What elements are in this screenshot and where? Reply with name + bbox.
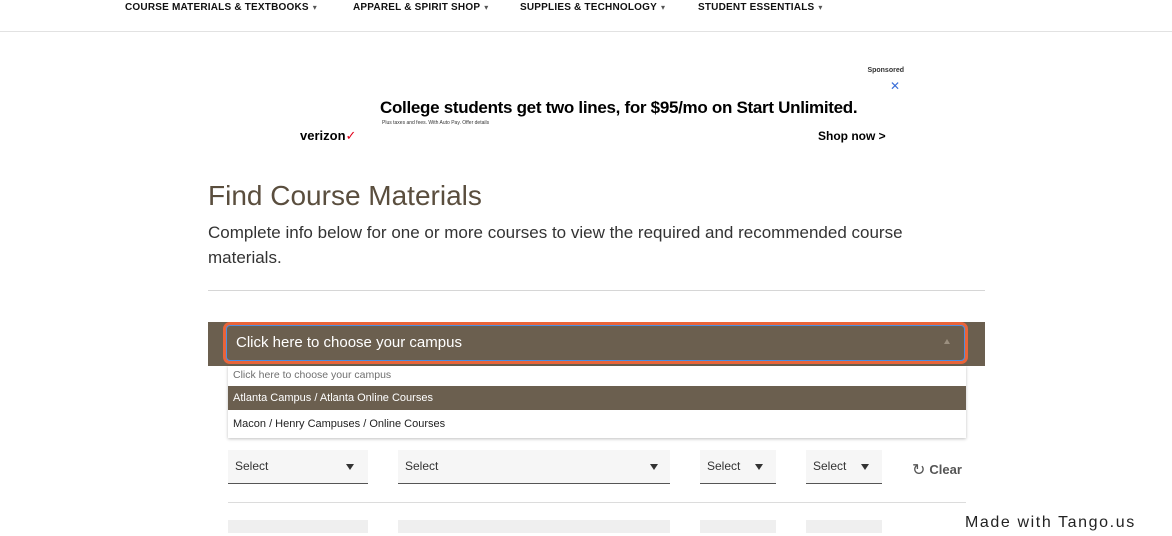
term-select-row2[interactable]	[228, 520, 368, 533]
caret-down-icon	[650, 464, 658, 470]
chevron-down-icon: ▾	[818, 3, 823, 12]
nav-student-essentials[interactable]: STUDENT ESSENTIALS ▾	[698, 2, 823, 14]
tango-watermark: Made with Tango.us	[955, 510, 1172, 533]
chevron-up-icon	[944, 339, 950, 344]
sponsored-ad[interactable]: Sponsored ✕ College students get two lin…	[284, 60, 904, 155]
course-select-row2[interactable]	[700, 520, 776, 533]
select-label: Select	[405, 459, 439, 473]
campus-dropdown-list: Click here to choose your campus Atlanta…	[228, 366, 966, 438]
section-select[interactable]: Select	[806, 450, 882, 484]
nav-course-materials[interactable]: COURSE MATERIALS & TEXTBOOKS ▾	[125, 2, 317, 14]
campus-select-value: Click here to choose your campus	[236, 334, 462, 351]
caret-down-icon	[861, 464, 869, 470]
caret-down-icon	[755, 464, 763, 470]
divider	[208, 290, 985, 291]
page-title: Find Course Materials	[208, 180, 482, 211]
nav-label: APPAREL & SPIRIT SHOP	[353, 2, 481, 13]
chevron-down-icon: ▾	[661, 3, 666, 12]
row-divider	[228, 502, 966, 503]
nav-apparel[interactable]: APPAREL & SPIRIT SHOP ▾	[353, 2, 488, 14]
brand-name: verizon	[300, 128, 346, 143]
course-select[interactable]: Select	[700, 450, 776, 484]
campus-option-placeholder[interactable]: Click here to choose your campus	[228, 366, 966, 386]
close-icon[interactable]: ✕	[890, 79, 900, 93]
clear-label: Clear	[929, 462, 962, 477]
page-description: Complete info below for one or more cour…	[208, 223, 903, 267]
ad-fine-print: Plus taxes and fees. With Auto Pay. Offe…	[382, 120, 490, 126]
select-label: Select	[235, 459, 269, 473]
top-navigation: COURSE MATERIALS & TEXTBOOKS ▾ APPAREL & …	[0, 0, 1172, 32]
department-select[interactable]: Select	[398, 450, 670, 484]
chevron-down-icon: ▾	[312, 3, 317, 12]
department-select-row2[interactable]	[398, 520, 670, 533]
ad-headline: College students get two lines, for $95/…	[380, 98, 858, 117]
refresh-icon: ↻	[912, 462, 926, 479]
verizon-logo: verizon✓	[300, 128, 356, 144]
campus-option-macon-henry[interactable]: Macon / Henry Campuses / Online Courses	[228, 410, 966, 438]
campus-option-atlanta[interactable]: Atlanta Campus / Atlanta Online Courses	[228, 386, 966, 410]
chevron-down-icon: ▾	[484, 3, 489, 12]
nav-label: SUPPLIES & TECHNOLOGY	[520, 2, 657, 13]
term-select[interactable]: Select	[228, 450, 368, 484]
nav-label: COURSE MATERIALS & TEXTBOOKS	[125, 2, 309, 13]
nav-label: STUDENT ESSENTIALS	[698, 2, 815, 13]
select-label: Select	[813, 459, 847, 473]
campus-select[interactable]: Click here to choose your campus	[226, 325, 965, 361]
shop-now-link[interactable]: Shop now >	[818, 129, 886, 143]
ad-sponsored-label: Sponsored	[867, 67, 904, 74]
nav-supplies[interactable]: SUPPLIES & TECHNOLOGY ▾	[520, 2, 665, 14]
clear-button[interactable]: ↻ Clear	[912, 460, 962, 480]
caret-down-icon	[346, 464, 354, 470]
select-label: Select	[707, 459, 741, 473]
section-select-row2[interactable]	[806, 520, 882, 533]
campus-bar: Click here to choose your campus	[208, 322, 985, 366]
checkmark-icon: ✓	[345, 128, 357, 143]
